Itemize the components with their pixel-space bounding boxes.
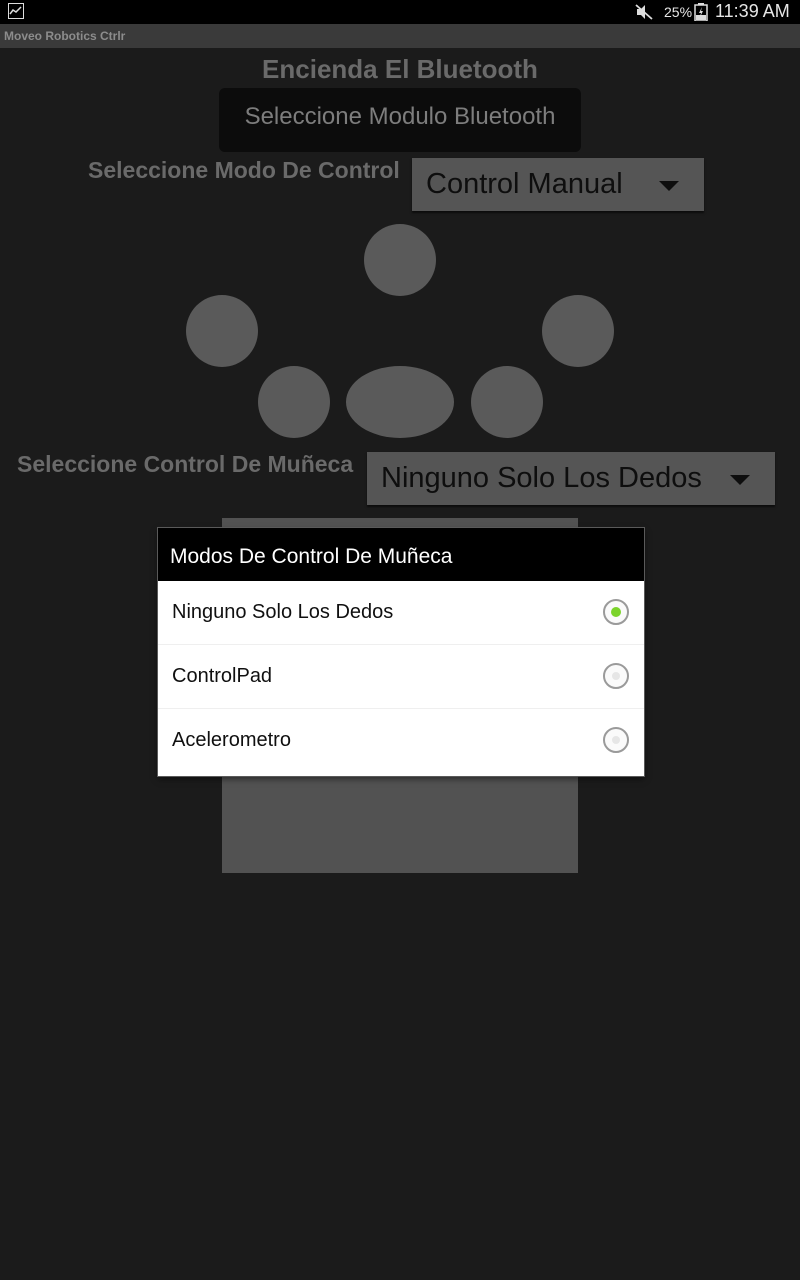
mute-icon — [634, 3, 654, 21]
app-title: Moveo Robotics Ctrlr — [4, 29, 126, 43]
dialog-title: Modos De Control De Muñeca — [158, 528, 644, 581]
option-ninguno-solo-los-dedos[interactable]: Ninguno Solo Los Dedos — [158, 581, 644, 645]
radio-button[interactable] — [603, 727, 629, 753]
wrist-control-mode-dialog: Modos De Control De Muñeca Ninguno Solo … — [158, 528, 644, 776]
wrist-control-value: Ninguno Solo Los Dedos — [381, 462, 702, 494]
battery-percent: 25% — [664, 4, 693, 20]
control-mode-value: Control Manual — [426, 168, 623, 200]
select-bluetooth-module-button[interactable]: Seleccione Modulo Bluetooth — [219, 88, 581, 152]
wrist-control-label: Seleccione Control De Muñeca — [17, 451, 354, 477]
wrist-control-spinner[interactable]: Ninguno Solo Los Dedos — [367, 452, 775, 505]
finger-button-right[interactable] — [542, 295, 614, 367]
image-icon — [8, 3, 24, 19]
radio-button-checked[interactable] — [603, 599, 629, 625]
battery-charging-icon — [694, 3, 708, 22]
radio-button[interactable] — [603, 663, 629, 689]
status-bar: 25% 11:39 AM — [0, 0, 800, 24]
finger-button-bottom-right[interactable] — [471, 366, 543, 438]
control-mode-spinner[interactable]: Control Manual — [412, 158, 704, 211]
dropdown-arrow-icon — [659, 181, 679, 191]
option-label: Ninguno Solo Los Dedos — [172, 601, 394, 623]
dropdown-arrow-icon — [730, 475, 750, 485]
finger-button-top[interactable] — [364, 224, 436, 296]
control-mode-label: Seleccione Modo De Control — [88, 157, 400, 183]
option-acelerometro[interactable]: Acelerometro — [158, 709, 644, 773]
app-title-bar: Moveo Robotics Ctrlr — [0, 24, 800, 48]
clock: 11:39 AM — [715, 1, 790, 21]
option-label: Acelerometro — [172, 729, 291, 751]
finger-button-bottom-left[interactable] — [258, 366, 330, 438]
option-controlpad[interactable]: ControlPad — [158, 645, 644, 709]
palm-button[interactable] — [346, 366, 454, 438]
option-label: ControlPad — [172, 665, 273, 687]
finger-button-left[interactable] — [186, 295, 258, 367]
bluetooth-heading: Encienda El Bluetooth — [262, 54, 538, 84]
